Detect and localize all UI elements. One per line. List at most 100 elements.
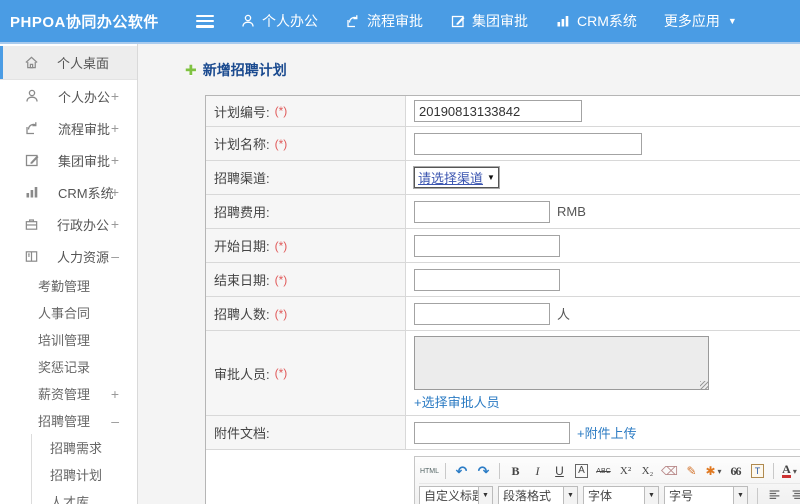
home-icon [24,55,48,70]
required-marker: (*) [274,272,288,287]
toolbar-separator [445,463,446,479]
sidebar-item-人才库[interactable]: 人才库 [0,488,137,504]
top-menu-item-更多应用[interactable]: 更多应用 ▼ [664,11,737,31]
count-input[interactable] [414,302,550,325]
fee-unit: RMB [557,204,586,219]
plan-name-input[interactable] [414,132,642,155]
sidebar-item-招聘计划[interactable]: 招聘计划 [0,461,137,488]
end-input[interactable] [414,268,560,291]
sidebar-item-培训管理[interactable]: 培训管理 [0,326,137,353]
char-border-icon[interactable]: A [571,461,592,481]
source-icon[interactable]: HTML [419,461,440,481]
field-label-attach: 附件文档: [206,416,406,449]
sidebar-item-集团审批[interactable]: 集团审批 + [0,144,137,176]
sidebar-item-CRM系统[interactable]: CRM系统 + [0,176,137,208]
attach-input[interactable] [414,421,570,444]
app-title: PHPOA协同办公软件 [10,13,159,31]
editor-toolbar-row1: HTML↶↷BIUAABCX²X₂⌫✎✱▾66TA▾ab▾ [419,459,800,483]
count-unit: 人 [557,307,571,322]
field-label-approver: 审批人员: (*) [206,331,406,415]
attach-link[interactable]: +附件上传 [577,423,637,442]
sidebar-item-人力资源[interactable]: 人力资源 – [0,240,137,272]
toolbar-separator [773,463,774,479]
field-label-plan-no: 计划编号: (*) [206,96,406,126]
sidebar-item-薪资管理[interactable]: 薪资管理 + [0,380,137,407]
collapse-icon[interactable]: – [111,413,119,429]
sidebar-item-考勤管理[interactable]: 考勤管理 [0,272,137,299]
sidebar-item-个人桌面[interactable]: 个人桌面 [0,46,137,80]
paste-icon[interactable]: T [747,461,768,481]
format-brush-icon[interactable]: ✎ [681,461,702,481]
superscript-icon[interactable]: X² [615,461,636,481]
form-row-editor: HTML↶↷BIUAABCX²X₂⌫✎✱▾66TA▾ab▾自定义标题▼段落格式▼… [206,450,800,504]
top-menu-item-CRM系统[interactable]: CRM系统 [555,11,637,31]
fee-input[interactable] [414,200,550,223]
field-value-fee: RMB [406,195,800,228]
form-row-channel: 招聘渠道: 请选择渠道 ▼ [206,161,800,195]
briefcase-icon [24,217,48,232]
caret-down-icon: ▾ [792,466,797,476]
sidebar-item-label: 培训管理 [38,333,91,348]
sidebar-item-个人办公[interactable]: 个人办公 + [0,80,137,112]
align-center-icon[interactable] [786,486,800,504]
bold-icon[interactable]: B [505,461,526,481]
plan-no-input[interactable] [414,100,582,122]
expand-icon[interactable]: + [111,88,119,104]
field-label-count: 招聘人数: (*) [206,297,406,330]
sidebar-item-奖惩记录[interactable]: 奖惩记录 [0,353,137,380]
sidebar-item-流程审批[interactable]: 流程审批 + [0,112,137,144]
italic-icon[interactable]: I [527,461,548,481]
subscript-icon[interactable]: X₂ [637,461,658,481]
label-text: 开始日期: [214,239,270,254]
expand-icon[interactable]: + [111,120,119,136]
approver-link[interactable]: +选择审批人员 [414,392,500,411]
font-color-icon[interactable]: A ▾ [779,461,800,481]
top-menu-item-集团审批[interactable]: 集团审批 [450,11,528,31]
glyph: A [782,462,791,478]
field-label-plan-name: 计划名称: (*) [206,127,406,160]
sidebar-item-人事合同[interactable]: 人事合同 [0,299,137,326]
menu-toggle-icon[interactable] [196,14,214,28]
page-title: ✚ 新增招聘计划 [185,60,800,80]
main-content: ✚ 新增招聘计划 计划编号:(*)计划名称:(*)招聘渠道:请选择渠道▼ 招聘费用… [138,44,800,504]
sidebar-item-label: 行政办公 [57,217,110,233]
strikethrough-icon[interactable]: ABC [593,461,614,481]
sidebar-item-label: 人事合同 [38,306,91,321]
approver-textarea[interactable] [414,336,709,390]
page-title-text: 新增招聘计划 [202,62,287,78]
expand-icon[interactable]: + [111,386,119,402]
sidebar-item-招聘需求[interactable]: 招聘需求 [0,434,137,461]
select-value: 请选择渠道 [418,171,484,186]
custom-title-select[interactable]: 自定义标题▼ [419,485,493,504]
caret-down-icon: ▼ [727,16,737,26]
blockquote-icon[interactable]: 66 [725,461,746,481]
sidebar-item-行政办公[interactable]: 行政办公 + [0,208,137,240]
expand-icon[interactable]: + [111,152,119,168]
label-text: 招聘费用: [214,205,270,220]
font-size-select[interactable]: 字号 ▼ [664,485,748,504]
font-family-select[interactable]: 字体 ▼ [583,485,659,504]
caret-down-icon: ▼ [478,486,492,504]
channel-select[interactable]: 请选择渠道 ▼ [414,167,499,188]
collapse-icon[interactable]: – [111,248,119,264]
start-input[interactable] [414,234,560,257]
expand-icon[interactable]: + [111,216,119,232]
paragraph-select[interactable]: 段落格式 ▼ [498,485,578,504]
align-left-icon[interactable] [763,486,785,504]
glyph: HTML [419,467,440,475]
sidebar-item-招聘管理[interactable]: 招聘管理 – [0,407,137,434]
eraser-icon[interactable]: ⌫ [659,461,680,481]
sidebar-item-label: 招聘管理 [38,414,91,429]
underline-icon[interactable]: U [549,461,570,481]
caret-down-icon: ▼ [563,486,577,504]
top-menu-item-个人办公[interactable]: 个人办公 [240,11,318,31]
top-menu-item-流程审批[interactable]: 流程审批 [345,11,423,31]
redo-icon[interactable]: ↷ [473,461,494,481]
chart-icon [555,13,571,29]
top-menu-label: 更多应用 [663,13,720,29]
form-row-attach: 附件文档: +附件上传 [206,416,800,450]
chart-icon [24,184,49,200]
text-style-icon[interactable]: ✱ ▾ [703,461,724,481]
expand-icon[interactable]: + [111,184,119,200]
undo-icon[interactable]: ↶ [451,461,472,481]
